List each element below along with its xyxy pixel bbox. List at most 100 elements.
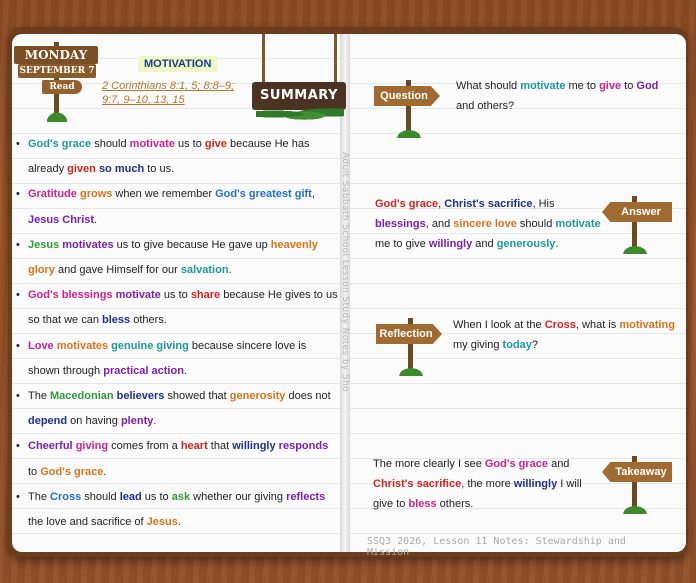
text-run: , what is — [575, 319, 620, 331]
highlight-word: salvation — [180, 264, 229, 277]
highlight-word: God's greatest gift — [215, 188, 312, 201]
highlight-word: give — [599, 80, 622, 92]
summary-bullet: Cheerful giving comes from a heart that … — [16, 434, 338, 484]
highlight-word: God's grace — [28, 138, 92, 150]
highlight-word: believers — [116, 390, 165, 403]
text-run: us to give because He gave up — [113, 238, 271, 251]
highlight-word: plenty — [120, 415, 154, 428]
summary-bullet: The Macedonian believers showed that gen… — [16, 384, 338, 434]
text-run: when we remember — [112, 188, 216, 201]
highlight-word: giving — [75, 440, 109, 453]
reflection-signpost: Reflection — [376, 318, 452, 378]
highlight-word: Christ's sacrifice — [373, 478, 462, 490]
summary-bullet-list: God's grace should motivate us to give b… — [16, 132, 338, 535]
highlight-word: God's blessings — [28, 289, 113, 302]
text-run: and — [548, 458, 570, 470]
highlight-word: motivates — [62, 238, 114, 251]
highlight-word: genuine giving — [111, 339, 189, 352]
highlight-word: depend — [28, 415, 68, 428]
day-signpost: MONDAY SEPTEMBER 7 Read — [14, 42, 98, 122]
reflection-label: Reflection — [376, 324, 442, 344]
highlight-word: responds — [278, 440, 329, 453]
text-run: us to — [160, 289, 191, 302]
highlight-word: motivate — [520, 80, 566, 92]
text-run: others. — [130, 314, 167, 327]
text-run: that — [207, 440, 233, 453]
grass-icon — [620, 244, 650, 254]
highlight-word: Christ's sacrifice — [444, 198, 533, 210]
rope-right — [334, 34, 337, 84]
grass-icon — [394, 128, 424, 138]
highlight-word: willingly — [513, 478, 558, 490]
highlight-word: lead — [119, 490, 142, 503]
question-label: Question — [374, 86, 440, 106]
highlight-word: grows — [79, 188, 113, 201]
highlight-word: motivates — [56, 339, 109, 352]
highlight-word: bless — [102, 314, 131, 327]
reflection-text: When I look at the Cross, what is motiva… — [453, 315, 678, 355]
text-run: to — [621, 80, 637, 92]
lesson-footer: SSQ3 2026, Lesson 11 Notes: Stewardship … — [367, 536, 626, 558]
highlight-word: share — [190, 289, 221, 302]
takeaway-signpost: Takeaway — [600, 456, 676, 516]
highlight-word: Love — [28, 339, 54, 352]
highlight-word: willingly — [428, 238, 473, 250]
day-label: MONDAY — [14, 46, 98, 64]
highlight-word: God's grace — [40, 465, 104, 478]
highlight-word: God's grace — [484, 458, 549, 470]
grass-icon — [396, 366, 426, 376]
scripture-reference[interactable]: 2 Corinthians 8:1, 5; 8:8–9; 9:7, 9–10, … — [102, 79, 242, 107]
answer-signpost: Answer — [600, 196, 676, 256]
highlight-word: motivate — [555, 218, 601, 230]
text-run: When I look at the — [453, 319, 545, 331]
answer-text: God's grace, Christ's sacrifice, His ble… — [375, 194, 605, 254]
text-run: to us. — [144, 163, 175, 176]
highlight-word: God — [636, 80, 659, 92]
leaves-icon — [256, 106, 344, 122]
text-run: and gave Himself for our — [54, 264, 181, 277]
text-run: and — [472, 238, 497, 250]
text-run: , the more — [461, 478, 514, 490]
answer-label: Answer — [602, 202, 672, 222]
text-run: on having — [67, 415, 121, 428]
grass-icon — [620, 504, 650, 514]
text-run: me to — [565, 80, 600, 92]
date-label: SEPTEMBER 7 — [18, 64, 96, 78]
highlight-word: Jesus — [146, 516, 178, 529]
text-run: The more clearly I see — [373, 458, 485, 470]
highlight-word: sincere love — [453, 218, 517, 230]
text-run: . — [177, 516, 181, 529]
text-run: does not — [285, 390, 331, 403]
highlight-word: motivate — [115, 289, 161, 302]
text-run: . — [103, 465, 107, 478]
text-run: , and — [425, 218, 454, 230]
text-run: whether our giving — [190, 490, 287, 503]
text-run: my giving — [453, 339, 503, 351]
text-run: should — [81, 490, 120, 503]
summary-bullet: Love motivates genuine giving because si… — [16, 334, 338, 384]
summary-signboard: SUMMARY — [252, 34, 348, 128]
highlight-word: Jesus — [28, 238, 60, 251]
text-run: should — [516, 218, 556, 230]
highlight-word: given — [67, 163, 96, 176]
text-run: . — [183, 364, 187, 377]
highlight-word: Cross — [50, 490, 82, 503]
takeaway-text: The more clearly I see God's grace and C… — [373, 454, 603, 514]
highlight-word: generously — [496, 238, 556, 250]
highlight-word: generosity — [229, 390, 286, 403]
text-run: . — [555, 238, 559, 250]
highlight-word: today — [502, 339, 532, 351]
text-run: . — [94, 213, 98, 226]
summary-bullet: God's blessings motivate us to share bec… — [16, 283, 338, 333]
highlight-word: Gratitude — [28, 188, 77, 201]
summary-bullet: God's grace should motivate us to give b… — [16, 132, 338, 182]
highlight-word: give — [204, 138, 227, 150]
highlight-word: practical action — [103, 364, 184, 377]
text-run: . — [228, 264, 232, 277]
grass-icon — [44, 110, 70, 122]
text-run: . — [153, 415, 157, 428]
text-run: to — [28, 465, 41, 478]
read-label: Read — [42, 80, 82, 94]
rope-left — [262, 34, 265, 84]
takeaway-label: Takeaway — [602, 462, 672, 482]
